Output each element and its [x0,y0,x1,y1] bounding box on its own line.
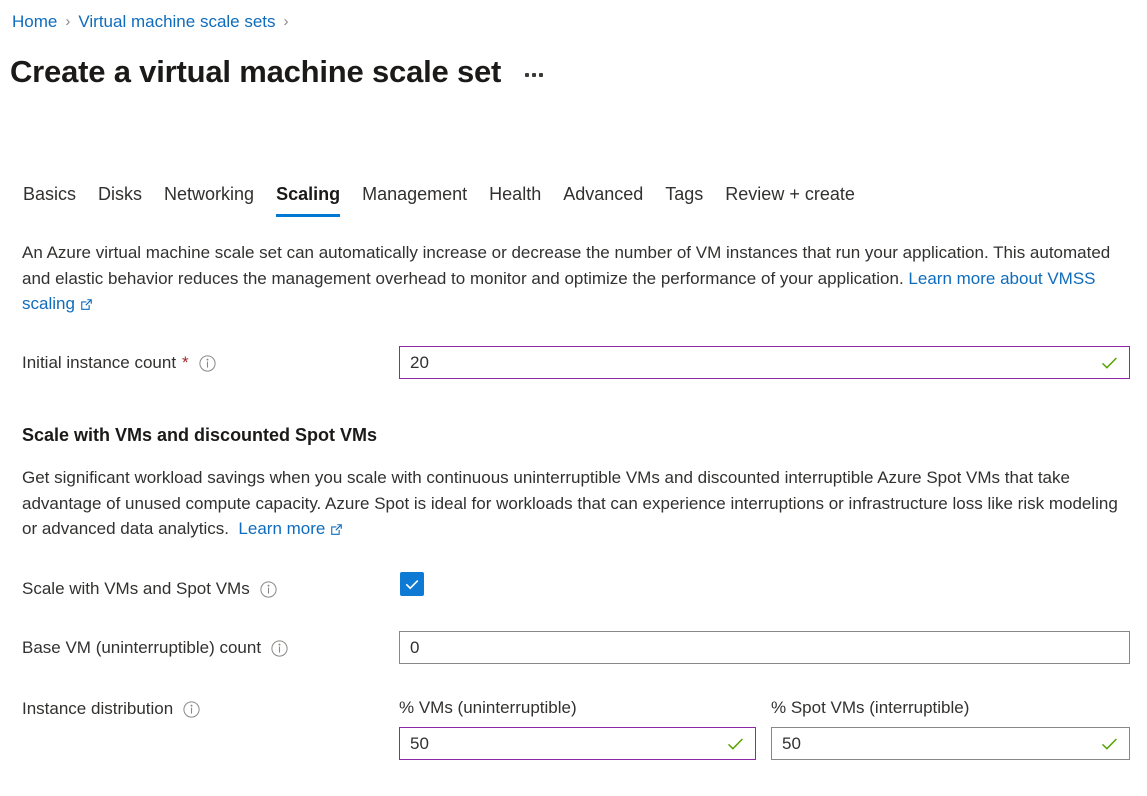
percent-vms-uninterruptible-label: % VMs (uninterruptible) [399,698,577,717]
info-icon-4[interactable] [183,700,200,718]
tab-management[interactable]: Management [351,182,478,217]
required-marker: * [182,353,189,372]
more-options-button[interactable] [523,69,545,81]
base-vm-count-label-group: Base VM (uninterruptible) count [22,637,288,659]
initial-instance-count-label: Initial instance count [22,353,177,372]
percent-vms-uninterruptible-value: 50 [410,733,429,753]
page-title: Create a virtual machine scale set [10,54,502,89]
base-vm-count-input[interactable]: 0 [399,631,1130,664]
percent-spot-vms-interruptible-label: % Spot VMs (interruptible) [771,698,970,717]
scale-with-spot-checkbox[interactable] [400,572,424,596]
percent-spot-vms-interruptible-input[interactable]: 50 [771,727,1130,760]
chevron-right-icon: › [65,13,71,30]
spot-section-description: Get significant workload savings when yo… [22,465,1122,544]
external-link-icon-2 [330,518,343,544]
tab-disks[interactable]: Disks [87,182,153,217]
tab-tags[interactable]: Tags [654,182,714,217]
spot-section-heading: Scale with VMs and discounted Spot VMs [22,425,378,445]
title-row: Create a virtual machine scale set [10,52,545,92]
external-link-icon [80,293,93,319]
chevron-right-icon-2: › [283,13,289,30]
breadcrumb-item-home[interactable]: Home [12,11,57,33]
info-icon-2[interactable] [260,580,277,598]
percent-spot-vms-interruptible-value: 50 [782,733,801,753]
instance-distribution-label-group: Instance distribution [22,698,200,720]
info-icon-3[interactable] [271,639,288,657]
instance-distribution-label: Instance distribution [22,699,174,718]
initial-instance-count-label-group: Initial instance count * [22,352,216,374]
scaling-intro-paragraph: An Azure virtual machine scale set can a… [22,240,1122,319]
ellipsis-dot [525,73,530,77]
base-vm-count-label: Base VM (uninterruptible) count [22,638,262,657]
breadcrumb: Home › Virtual machine scale sets › [12,11,297,33]
ellipsis-dot [532,73,537,77]
breadcrumb-item-vmss[interactable]: Virtual machine scale sets [78,11,275,33]
checkmark-icon-4 [1100,734,1119,753]
ellipsis-dot [539,73,544,77]
wizard-tabs: Basics Disks Networking Scaling Manageme… [12,177,866,217]
checkmark-icon-3 [726,734,745,753]
initial-instance-count-value: 20 [410,352,429,372]
info-icon[interactable] [199,354,216,372]
tab-scaling[interactable]: Scaling [265,182,351,217]
scale-with-spot-label-group: Scale with VMs and Spot VMs [22,578,277,600]
tab-health[interactable]: Health [478,182,552,217]
percent-vms-uninterruptible-input[interactable]: 50 [399,727,756,760]
checkmark-icon [1100,353,1119,372]
scale-with-spot-label: Scale with VMs and Spot VMs [22,579,250,598]
tab-review-create[interactable]: Review + create [714,182,866,217]
tab-networking[interactable]: Networking [153,182,265,217]
tab-advanced[interactable]: Advanced [552,182,654,217]
learn-more-spot-link[interactable]: Learn more [238,519,325,538]
checkmark-icon-white [405,580,419,590]
initial-instance-count-input[interactable]: 20 [399,346,1130,379]
spot-description-text: Get significant workload savings when yo… [22,468,1118,538]
base-vm-count-value: 0 [410,637,420,657]
tab-basics[interactable]: Basics [12,182,87,217]
